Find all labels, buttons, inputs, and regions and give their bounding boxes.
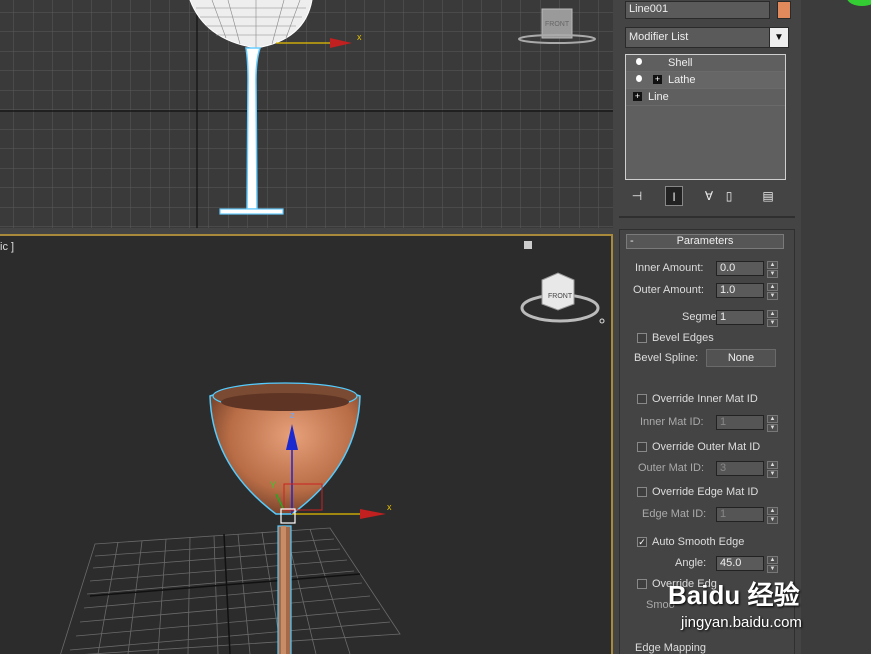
persp-gizmo-x-label: x (387, 502, 392, 512)
bevel-spline-button[interactable]: None (706, 349, 776, 367)
make-unique-icon[interactable]: ∀ (700, 186, 718, 206)
command-panel: Line001 Modifier List ▼ Shell + Lathe + … (613, 0, 801, 654)
bevel-edges-checkbox[interactable] (637, 333, 647, 343)
remove-modifier-icon[interactable]: ▯ (720, 186, 738, 206)
override-inner-checkbox[interactable] (637, 394, 647, 404)
angle-field[interactable]: 45.0 (716, 556, 764, 571)
persp-cube-label: FRONT (548, 293, 573, 300)
lightbulb-icon[interactable] (636, 58, 642, 65)
modifier-stack[interactable]: Shell + Lathe + Line (625, 54, 786, 180)
right-panel-edge (801, 0, 871, 654)
spinner-arrows[interactable]: ▲ ▼ (767, 507, 778, 524)
outer-mat-field[interactable]: 3 (716, 461, 764, 476)
perspective-viewport[interactable]: z x Y FRONT ic ] (0, 234, 613, 654)
auto-smooth-checkbox[interactable]: ✓ (637, 537, 647, 547)
inner-mat-label: Inner Mat ID: (640, 416, 704, 428)
inner-mat-field[interactable]: 1 (716, 415, 764, 430)
stack-item-label: Shell (668, 57, 693, 69)
override-edge-label: Override Edge Mat ID (652, 486, 759, 498)
viewport-label[interactable]: ic ] (0, 241, 14, 253)
override-outer-label: Override Outer Mat ID (652, 441, 761, 453)
angle-label: Angle: (675, 557, 707, 569)
stack-item-lathe[interactable]: + Lathe (626, 72, 785, 89)
front-grid: x FRONT (0, 0, 613, 228)
stack-item-label: Line (648, 91, 669, 103)
expand-icon[interactable]: + (633, 92, 642, 101)
configure-sets-icon[interactable]: ▤ (759, 186, 777, 206)
green-badge (847, 0, 871, 6)
object-name-field[interactable]: Line001 (625, 1, 770, 19)
stack-item-label: Lathe (668, 74, 696, 86)
spinner-arrows[interactable]: ▲ ▼ (767, 461, 778, 478)
outer-amount-field[interactable]: 1.0 (716, 283, 764, 298)
outer-amount-label: Outer Amount: (633, 284, 704, 296)
divider (619, 216, 795, 218)
front-cube-label: FRONT (545, 21, 570, 28)
show-end-result-icon[interactable]: I (665, 186, 683, 206)
stack-item-shell[interactable]: Shell (626, 55, 785, 72)
inner-amount-label: Inner Amount: (635, 262, 704, 274)
lightbulb-icon[interactable] (636, 75, 642, 82)
auto-smooth-label: Auto Smooth Edge (652, 536, 745, 548)
watermark-brand: Baidu 经验 (668, 580, 800, 610)
spinner-arrows[interactable]: ▲ ▼ (767, 415, 778, 432)
bevel-spline-label: Bevel Spline: (634, 352, 699, 364)
perspective-scene: z x Y FRONT (60, 241, 605, 654)
modifier-list-label: Modifier List (629, 31, 689, 43)
modifier-list-dropdown[interactable]: Modifier List ▼ (625, 27, 789, 48)
override-outer-checkbox[interactable] (637, 442, 647, 452)
expand-icon[interactable]: + (653, 75, 662, 84)
stack-toolbar: ⊣ I ∀ ▯ ▤ (625, 184, 793, 208)
chevron-down-icon[interactable]: ▼ (769, 28, 788, 47)
override-edge-smooth-checkbox[interactable] (637, 579, 647, 589)
collapse-icon[interactable]: - (630, 235, 634, 248)
rollout-title: Parameters (676, 235, 734, 247)
front-viewport[interactable]: x FRONT (0, 0, 613, 228)
inner-amount-field[interactable]: 0.0 (716, 261, 764, 276)
outer-mat-label: Outer Mat ID: (638, 462, 705, 474)
persp-gizmo-z-label: z (290, 410, 295, 420)
spinner-arrows[interactable]: ▲ ▼ (767, 283, 778, 300)
spinner-arrows[interactable]: ▲ ▼ (767, 310, 778, 327)
watermark-url: jingyan.baidu.com (681, 614, 802, 631)
front-gizmo-x-label: x (357, 32, 362, 42)
bevel-edges-label: Bevel Edges (652, 332, 714, 344)
parameters-rollout-header[interactable]: - Parameters (626, 234, 784, 249)
segments-field[interactable]: 1 (716, 310, 764, 325)
edge-mapping-label: Edge Mapping (635, 642, 706, 654)
spinner-arrows[interactable]: ▲ ▼ (767, 556, 778, 573)
edge-mat-label: Edge Mat ID: (642, 508, 707, 520)
override-inner-label: Override Inner Mat ID (652, 393, 758, 405)
stack-item-line[interactable]: + Line (626, 89, 785, 106)
pin-stack-icon[interactable]: ⊣ (628, 186, 646, 206)
object-color-swatch[interactable] (777, 1, 791, 19)
override-edge-checkbox[interactable] (637, 487, 647, 497)
persp-gizmo-y-label: Y (270, 480, 276, 490)
edge-mat-field[interactable]: 1 (716, 507, 764, 522)
spinner-arrows[interactable]: ▲ ▼ (767, 261, 778, 278)
